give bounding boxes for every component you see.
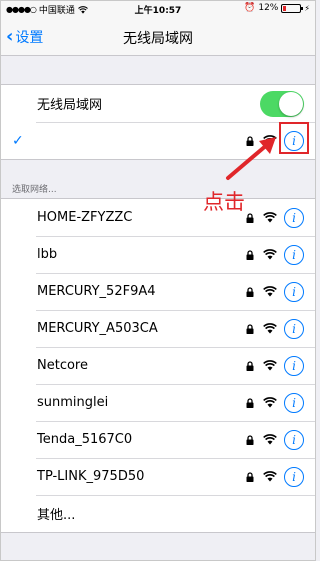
info-icon[interactable]: i [284,466,304,487]
charging-icon: ⚡ [304,3,310,13]
other-network-row[interactable]: 其他... [0,495,316,532]
network-row[interactable]: sunminglei i [0,384,316,421]
network-row[interactable]: lbb i [0,236,316,273]
info-icon[interactable]: i [284,244,304,265]
wifi-toggle-row: 无线局域网 [0,85,316,122]
network-row[interactable]: HOME-ZFYZZC i [0,199,316,236]
lock-icon [246,286,254,297]
wifi-icon [263,471,277,482]
arrow-icon [226,137,276,180]
lock-icon [246,397,254,408]
network-name: TP-LINK_975D50 [37,469,145,484]
alarm-icon: ⏰ [244,3,256,13]
toggle-knob [279,91,303,116]
checkmark-icon: ✓ [12,132,24,149]
navigation-bar: ‹ 设置 无线局域网 [0,18,316,56]
wifi-toggle-label: 无线局域网 [37,98,103,113]
info-icon[interactable]: i [284,281,304,302]
wifi-icon [263,323,277,334]
network-row[interactable]: Tenda_5167C0 i [0,421,316,458]
lock-icon [246,471,254,482]
battery-percent: 12% [258,3,279,13]
section-header: 选取网络... [12,185,57,195]
info-icon[interactable]: i [284,207,304,228]
info-icon[interactable]: i [284,429,304,450]
lock-icon [246,323,254,334]
network-list: HOME-ZFYZZC i lbb i MERCURY_52F9A4 i MERCURY_A… [0,198,316,533]
lock-icon [246,212,254,223]
network-name: MERCURY_52F9A4 [37,284,156,299]
wifi-toggle-switch[interactable] [260,90,304,117]
battery-icon [281,3,304,13]
wifi-icon [263,397,277,408]
wifi-icon [263,434,277,445]
wifi-icon [263,360,277,371]
highlight-box [279,122,309,154]
info-icon[interactable]: i [284,318,304,339]
lock-icon [246,434,254,445]
status-bar: ●●●●○ 中国联通 上午10:57 ⏰ 12% ⚡ [0,0,316,18]
info-icon[interactable]: i [284,355,304,376]
wifi-icon [263,286,277,297]
wifi-icon [263,212,277,223]
battery-group: ⏰ 12% ⚡ [244,3,310,13]
annotation-text: 点击 [203,190,245,214]
network-row[interactable]: MERCURY_52F9A4 i [0,273,316,310]
other-network-label: 其他... [37,508,76,523]
network-row[interactable]: TP-LINK_975D50 i [0,458,316,495]
wifi-icon [263,249,277,260]
info-icon[interactable]: i [284,392,304,413]
page-title: 无线局域网 [123,31,193,47]
lock-icon [246,249,254,260]
network-name: HOME-ZFYZZC [37,210,133,225]
network-name: sunminglei [37,395,109,410]
network-name: MERCURY_A503CA [37,321,158,336]
network-row[interactable]: Netcore i [0,347,316,384]
network-name: lbb [37,247,58,262]
network-name: Netcore [37,358,88,373]
network-name: Tenda_5167C0 [37,432,133,447]
network-row[interactable]: MERCURY_A503CA i [0,310,316,347]
lock-icon [246,360,254,371]
